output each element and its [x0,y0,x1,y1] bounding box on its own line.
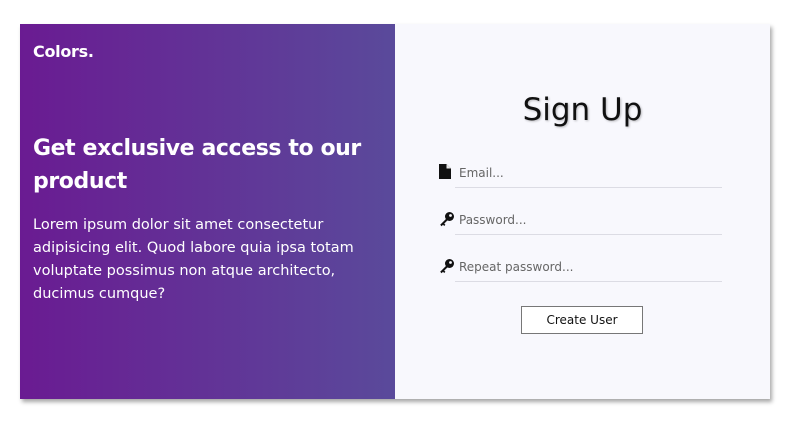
email-input[interactable] [455,158,722,188]
repeat-password-field-row [439,252,724,284]
key-icon [439,258,454,274]
repeat-password-input[interactable] [455,252,722,282]
password-field-row [439,205,724,237]
email-field-row [439,158,724,190]
promo-body-text: Lorem ipsum dolor sit amet consectetur a… [33,217,354,302]
promo-panel: Colors. Get exclusive access to our prod… [20,24,395,399]
signup-card: Colors. Get exclusive access to our prod… [20,24,770,399]
key-icon [439,211,454,227]
password-input[interactable] [455,205,722,235]
signup-form: Sign Up Email... Create User [395,24,770,399]
file-icon [439,164,453,180]
promo-headline: Get exclusive access to our product [33,136,361,194]
brand-logo: Colors. [33,42,94,61]
create-user-button[interactable]: Create User [521,306,643,334]
form-title: Sign Up [522,92,643,128]
